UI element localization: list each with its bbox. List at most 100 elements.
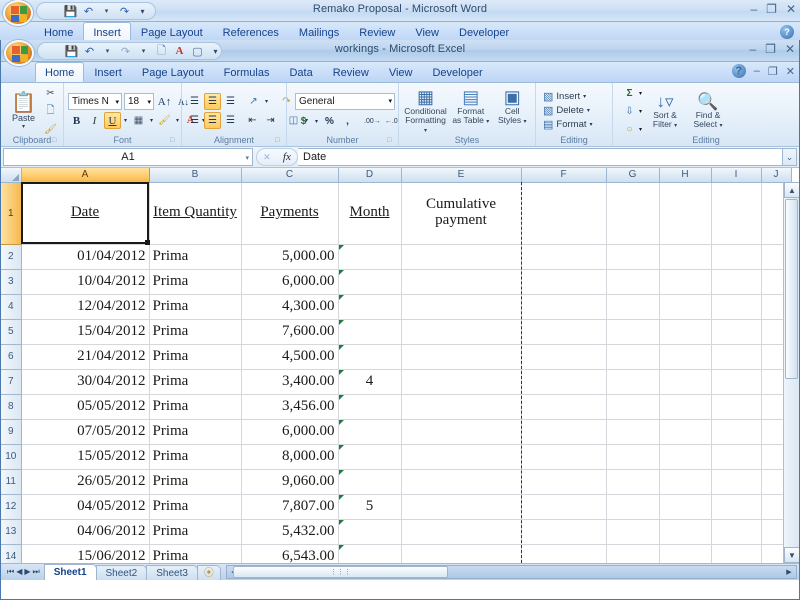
insert-function-icon[interactable]: fx <box>283 151 291 163</box>
cell-i3[interactable] <box>711 269 762 295</box>
cell-styles-button[interactable]: ▣ Cell Styles ▾ <box>493 88 531 125</box>
cell-d4[interactable] <box>338 294 402 320</box>
align-middle-icon[interactable]: ☰ <box>204 93 221 110</box>
align-left-icon[interactable]: ☰ <box>186 112 203 129</box>
formula-input[interactable]: Date <box>298 148 783 166</box>
tab-excel-developer[interactable]: Developer <box>422 63 492 82</box>
cell-h10[interactable] <box>659 444 712 470</box>
row-header-12[interactable]: 12 <box>1 494 22 520</box>
cell-e13[interactable] <box>401 519 522 545</box>
bold-button[interactable]: B <box>68 112 85 129</box>
cell-f10[interactable] <box>521 444 607 470</box>
format-cells-label[interactable]: Format <box>556 119 586 130</box>
cell-d12[interactable]: 5 <box>338 494 402 520</box>
cell-d10[interactable] <box>338 444 402 470</box>
row-header-5[interactable]: 5 <box>1 319 22 345</box>
cell-c5[interactable]: 7,600.00 <box>241 319 339 345</box>
close-icon[interactable]: ✕ <box>786 2 796 16</box>
tab-excel-formulas[interactable]: Formulas <box>214 63 280 82</box>
expand-formula-bar-icon[interactable]: ⌄ <box>783 148 797 166</box>
cell-b5[interactable]: Prima <box>149 319 242 345</box>
cell-b8[interactable]: Prima <box>149 394 242 420</box>
table-row[interactable]: 8 05/05/2012 Prima 3,456.00 <box>1 394 792 420</box>
cell-b14[interactable]: Prima <box>149 544 242 563</box>
table-row[interactable]: 12 04/05/2012 Prima 7,807.00 5 <box>1 494 792 520</box>
cell-i14[interactable] <box>711 544 762 563</box>
cell-d1[interactable]: Month <box>338 182 402 245</box>
row-header-10[interactable]: 10 <box>1 444 22 470</box>
cell-c11[interactable]: 9,060.00 <box>241 469 339 495</box>
cell-i8[interactable] <box>711 394 762 420</box>
sheet-tabs[interactable]: ⏮ ◀ ▶ ⏭ Sheet1 Sheet2 Sheet3 ⦿ <box>1 564 221 581</box>
excel-doc-window-controls[interactable]: ? – ❐ ✕ <box>731 64 795 78</box>
cell-a4[interactable]: 12/04/2012 <box>21 294 150 320</box>
cell-c6[interactable]: 4,500.00 <box>241 344 339 370</box>
cell-f9[interactable] <box>521 419 607 445</box>
doc-close-icon[interactable]: ✕ <box>786 65 795 78</box>
word-title-bar[interactable]: 💾 ↶ ▾ ↷ ▾ Remako Proposal - Microsoft Wo… <box>0 0 800 26</box>
fill-color-icon[interactable]: 🖌 <box>156 112 173 129</box>
cell-e9[interactable] <box>401 419 522 445</box>
ribbon[interactable]: 📋 Paste ▾ ✂ 🗋 🖌 Clipboard □ Times New Ro… <box>1 83 799 147</box>
cell-i9[interactable] <box>711 419 762 445</box>
align-bottom-icon[interactable]: ☰ <box>222 93 239 110</box>
cell-e2[interactable] <box>401 244 522 270</box>
cell-f3[interactable] <box>521 269 607 295</box>
cell-i1[interactable] <box>711 182 762 245</box>
cell-d3[interactable] <box>338 269 402 295</box>
scroll-up-icon[interactable]: ▲ <box>784 182 799 198</box>
vertical-scrollbar[interactable]: ▲ ▼ <box>783 182 799 563</box>
cell-f5[interactable] <box>521 319 607 345</box>
cell-d9[interactable] <box>338 419 402 445</box>
word-window[interactable]: 💾 ↶ ▾ ↷ ▾ Remako Proposal - Microsoft Wo… <box>0 0 800 44</box>
cell-b13[interactable]: Prima <box>149 519 242 545</box>
cell-e8[interactable] <box>401 394 522 420</box>
cell-b2[interactable]: Prima <box>149 244 242 270</box>
cell-a8[interactable]: 05/05/2012 <box>21 394 150 420</box>
row-header-2[interactable]: 2 <box>1 244 22 270</box>
cell-d7[interactable]: 4 <box>338 369 402 395</box>
cell-g5[interactable] <box>606 319 660 345</box>
insert-worksheet-icon[interactable]: ⦿ <box>196 564 221 580</box>
cell-e7[interactable] <box>401 369 522 395</box>
sheet-tab-bar[interactable]: ⏮ ◀ ▶ ⏭ Sheet1 Sheet2 Sheet3 ⦿ ◀ ⋮⋮⋮ ▶ <box>1 563 799 580</box>
cell-d2[interactable] <box>338 244 402 270</box>
chevron-down-icon[interactable]: ▾ <box>147 98 151 106</box>
cell-a7[interactable]: 30/04/2012 <box>21 369 150 395</box>
minimize-icon[interactable]: – <box>750 2 757 16</box>
doc-minimize-icon[interactable]: – <box>754 65 760 77</box>
excel-window-controls[interactable]: – ❐ ✕ <box>749 42 795 56</box>
fill-icon[interactable]: ⇩ <box>621 103 638 120</box>
cell-h2[interactable] <box>659 244 712 270</box>
cell-h3[interactable] <box>659 269 712 295</box>
row-header-6[interactable]: 6 <box>1 344 22 370</box>
cell-c14[interactable]: 6,543.00 <box>241 544 339 563</box>
tab-excel-view[interactable]: View <box>379 63 423 82</box>
first-sheet-icon[interactable]: ⏮ <box>7 567 14 577</box>
horizontal-scrollbar[interactable]: ◀ ⋮⋮⋮ ▶ <box>225 565 797 579</box>
cell-c10[interactable]: 8,000.00 <box>241 444 339 470</box>
table-row[interactable]: 14 15/06/2012 Prima 6,543.00 <box>1 544 792 563</box>
cell-c8[interactable]: 3,456.00 <box>241 394 339 420</box>
word-office-button[interactable] <box>3 0 33 26</box>
cell-i2[interactable] <box>711 244 762 270</box>
cell-a14[interactable]: 15/06/2012 <box>21 544 150 563</box>
sort-filter-button[interactable]: ↓▿ Sort & Filter ▾ <box>645 93 685 129</box>
cell-e12[interactable] <box>401 494 522 520</box>
cell-b1[interactable]: Item Quantity <box>149 182 242 245</box>
cell-a1[interactable]: Date <box>21 182 150 245</box>
formula-bar-buttons[interactable]: ✕ fx <box>256 148 298 166</box>
find-select-button[interactable]: 🔍 Find & Select ▾ <box>688 93 728 129</box>
table-row[interactable]: 4 12/04/2012 Prima 4,300.00 <box>1 294 792 320</box>
cell-d5[interactable] <box>338 319 402 345</box>
cell-g11[interactable] <box>606 469 660 495</box>
row-header-14[interactable]: 14 <box>1 544 22 563</box>
clear-dropdown-icon[interactable]: ▾ <box>639 126 642 133</box>
column-header-b[interactable]: B <box>149 168 242 183</box>
decrease-indent-icon[interactable]: ⇤ <box>244 112 261 129</box>
vertical-scroll-thumb[interactable] <box>785 199 798 379</box>
comma-button[interactable]: , <box>339 113 356 130</box>
restore-icon[interactable]: ❐ <box>765 42 776 56</box>
row-header-7[interactable]: 7 <box>1 369 22 395</box>
underline-button[interactable]: U <box>104 112 121 129</box>
